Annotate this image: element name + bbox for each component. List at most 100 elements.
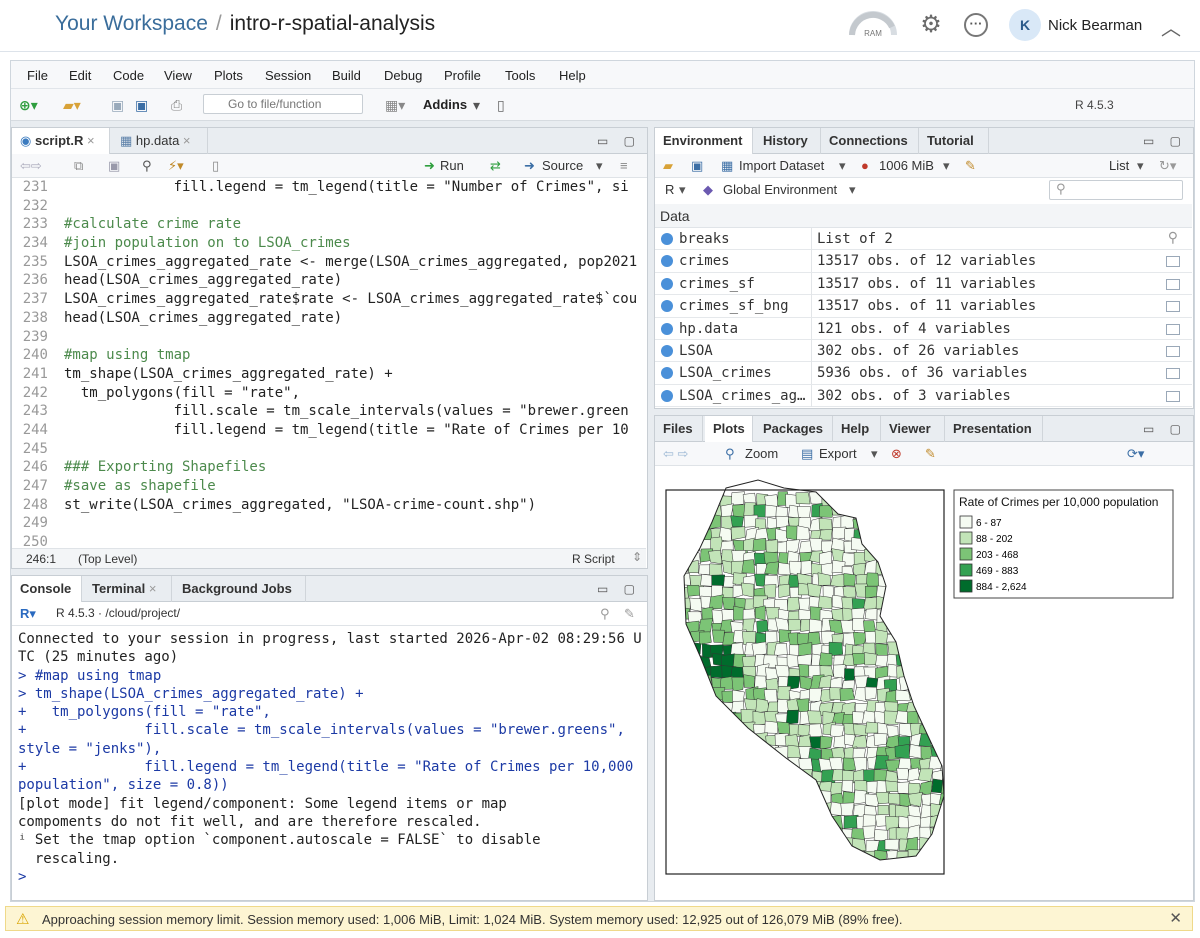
expand-icon[interactable]: [661, 344, 673, 357]
minimize-maximize-icon[interactable]: ▭ ▢: [1143, 422, 1187, 436]
environment-row[interactable]: breaks List of 2 ⚲: [655, 228, 1192, 251]
file-type-indicator[interactable]: R Script: [572, 552, 615, 566]
menu-build[interactable]: Build: [332, 68, 361, 83]
language-select[interactable]: R: [665, 182, 674, 197]
close-icon[interactable]: ✕: [1169, 909, 1182, 927]
minimize-maximize-icon[interactable]: ▭ ▢: [597, 582, 641, 596]
environment-row[interactable]: hp.data 121 obs. of 4 variables: [655, 317, 1192, 340]
environment-row[interactable]: crimes 13517 obs. of 12 variables: [655, 250, 1192, 273]
rerun-icon[interactable]: ⇄: [490, 158, 501, 174]
code-editor[interactable]: 231 fill.legend = tm_legend(title = "Num…: [12, 178, 646, 548]
publish-icon[interactable]: ⟳▾: [1127, 446, 1144, 462]
menu-help[interactable]: Help: [559, 68, 586, 83]
goto-file-input[interactable]: Go to file/function: [203, 94, 363, 114]
code-line[interactable]: 233 #calculate crime rate: [12, 215, 646, 234]
username[interactable]: Nick Bearman: [1048, 17, 1142, 34]
broom-icon[interactable]: ✎: [925, 446, 936, 462]
code-line[interactable]: 241 tm_shape(LSOA_crimes_aggregated_rate)…: [12, 365, 646, 384]
code-line[interactable]: 249: [12, 514, 646, 533]
environment-row[interactable]: LSOA_crimes_ag… 302 obs. of 3 variables: [655, 384, 1192, 408]
chevron-down-icon[interactable]: ▾: [596, 158, 603, 174]
table-view-icon[interactable]: [1166, 301, 1180, 313]
code-line[interactable]: 244 fill.legend = tm_legend(title = "Rat…: [12, 421, 646, 440]
environment-row[interactable]: crimes_sf_bng 13517 obs. of 11 variables: [655, 295, 1192, 318]
expand-icon[interactable]: [661, 300, 673, 313]
search-icon[interactable]: ⚲: [142, 158, 152, 174]
chevron-up-icon[interactable]: ︿: [1161, 12, 1181, 41]
environment-row[interactable]: LSOA_crimes 5936 obs. of 36 variables: [655, 362, 1192, 385]
scope-indicator[interactable]: (Top Level): [78, 552, 137, 566]
tab-background-jobs[interactable]: Background Jobs ×: [174, 576, 306, 621]
minimize-maximize-icon[interactable]: ▭ ▢: [597, 134, 641, 148]
open-folder-icon[interactable]: ▰▾: [63, 96, 81, 114]
tab-files[interactable]: Files: [655, 416, 703, 442]
load-workspace-icon[interactable]: ▰: [663, 158, 673, 174]
grid-layout-icon[interactable]: ▦▾: [385, 96, 405, 114]
panes-icon[interactable]: ▯: [497, 96, 505, 114]
table-view-icon[interactable]: [1166, 390, 1180, 402]
menu-debug[interactable]: Debug: [384, 68, 422, 83]
view-mode-list[interactable]: List: [1109, 158, 1129, 173]
environment-search-input[interactable]: ⚲: [1049, 180, 1183, 200]
menu-code[interactable]: Code: [113, 68, 144, 83]
environment-row[interactable]: crimes_sf 13517 obs. of 11 variables: [655, 272, 1192, 296]
chevron-down-icon[interactable]: ▾: [871, 446, 878, 462]
code-line[interactable]: 248 st_write(LSOA_crimes_aggregated, "LSO…: [12, 496, 646, 515]
tab-presentation[interactable]: Presentation: [945, 416, 1043, 442]
tab-tutorial[interactable]: Tutorial: [919, 128, 989, 154]
back-forward-icon[interactable]: ⇦ ⇨: [663, 446, 688, 462]
save-all-icon[interactable]: ▣: [135, 96, 148, 114]
chevron-down-icon[interactable]: ▾: [849, 182, 856, 198]
code-line[interactable]: 231 fill.legend = tm_legend(title = "Num…: [12, 178, 646, 197]
ram-gauge-icon[interactable]: RAM: [848, 11, 898, 39]
tab-script-r[interactable]: ◉ script.R ×: [12, 128, 110, 155]
tab-terminal[interactable]: Terminal ×: [84, 576, 172, 602]
expand-icon[interactable]: [661, 389, 673, 402]
code-line[interactable]: 240 #map using tmap: [12, 346, 646, 365]
menu-file[interactable]: File: [27, 68, 48, 83]
gear-icon[interactable]: ⚙: [918, 12, 944, 38]
outline-icon[interactable]: ≡: [620, 158, 628, 173]
chevron-down-icon[interactable]: ▾: [473, 96, 480, 114]
code-line[interactable]: 245: [12, 440, 646, 459]
run-button[interactable]: Run: [440, 158, 464, 173]
menu-view[interactable]: View: [164, 68, 192, 83]
run-arrow-icon[interactable]: ➜: [424, 158, 435, 174]
expand-icon[interactable]: [661, 255, 673, 268]
minimize-maximize-icon[interactable]: ▭ ▢: [1143, 134, 1187, 148]
chevron-down-icon[interactable]: ▾: [679, 182, 686, 198]
zoom-button[interactable]: Zoom: [745, 446, 778, 461]
clear-console-icon[interactable]: ✎: [624, 606, 635, 622]
tab-console[interactable]: Console: [12, 576, 82, 603]
chevron-down-icon[interactable]: ▾: [1137, 158, 1144, 174]
tab-environment[interactable]: Environment: [655, 128, 753, 155]
console-path[interactable]: R 4.5.3 · /cloud/project/: [56, 606, 180, 620]
source-icon[interactable]: ➜: [524, 158, 535, 174]
code-line[interactable]: 237 LSOA_crimes_aggregated_rate$rate <- L…: [12, 290, 646, 309]
expand-icon[interactable]: [661, 277, 673, 290]
environment-scope-select[interactable]: Global Environment: [723, 182, 837, 197]
avatar[interactable]: K: [1009, 9, 1041, 41]
workspace-link[interactable]: Your Workspace: [55, 12, 208, 35]
magic-wand-icon[interactable]: ⚡▾: [168, 158, 184, 174]
menu-tools[interactable]: Tools: [505, 68, 535, 83]
environment-row[interactable]: LSOA 302 obs. of 26 variables: [655, 339, 1192, 363]
print-icon[interactable]: ⎙: [171, 96, 182, 114]
menu-session[interactable]: Session: [265, 68, 311, 83]
table-view-icon[interactable]: [1166, 323, 1180, 335]
expand-icon[interactable]: [661, 233, 673, 245]
search-icon[interactable]: ⚲: [600, 606, 610, 622]
code-line[interactable]: 242 tm_polygons(fill = "rate",: [12, 384, 646, 403]
remove-plot-icon[interactable]: ⊗: [891, 446, 902, 462]
menu-profile[interactable]: Profile: [444, 68, 481, 83]
tab-plots[interactable]: Plots: [705, 416, 753, 443]
save-icon[interactable]: ▣: [111, 96, 124, 114]
menu-plots[interactable]: Plots: [214, 68, 243, 83]
table-view-icon[interactable]: [1166, 278, 1180, 290]
close-icon[interactable]: ×: [183, 133, 191, 148]
broom-icon[interactable]: ✎: [965, 158, 976, 174]
code-line[interactable]: 247 #save as shapefile: [12, 477, 646, 496]
memory-usage[interactable]: 1006 MiB: [879, 158, 934, 173]
import-dataset-button[interactable]: Import Dataset: [739, 158, 824, 173]
refresh-icon[interactable]: ↻▾: [1159, 158, 1176, 174]
